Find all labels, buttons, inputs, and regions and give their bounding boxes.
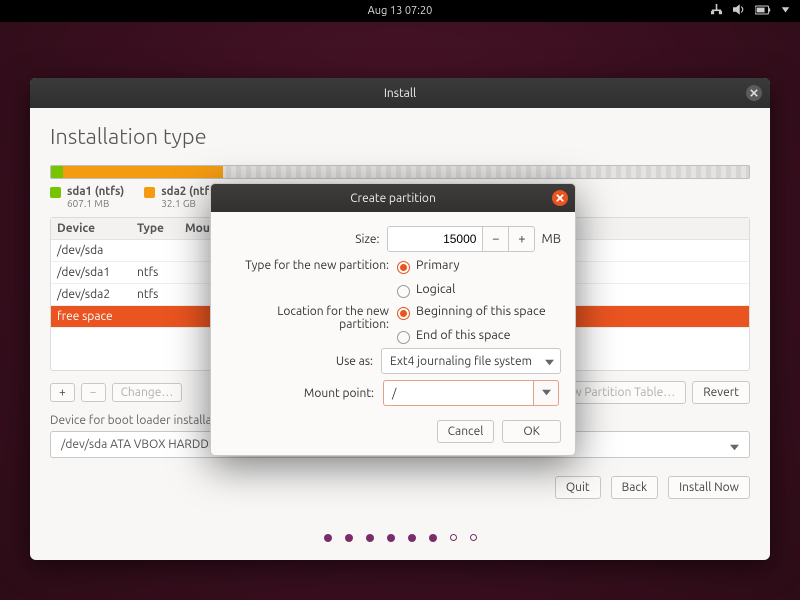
radio-icon	[397, 331, 410, 344]
step-dot	[470, 534, 477, 541]
step-dot	[387, 534, 395, 542]
back-button[interactable]: Back	[611, 476, 658, 499]
location-end-radio[interactable]: End of this space	[397, 328, 510, 342]
system-tray	[710, 4, 790, 18]
change-partition-button[interactable]: Change…	[112, 383, 183, 402]
use-as-combo[interactable]: Ext4 journaling file system	[381, 348, 561, 374]
location-beginning-radio[interactable]: Beginning of this space	[397, 304, 546, 318]
size-label: Size:	[225, 233, 387, 246]
chevron-down-icon	[542, 386, 551, 400]
volume-icon[interactable]	[733, 4, 745, 18]
size-increment-button[interactable]: +	[509, 226, 535, 252]
quit-button[interactable]: Quit	[555, 476, 601, 499]
ok-button[interactable]: OK	[502, 420, 561, 443]
chevron-down-icon	[545, 357, 554, 370]
step-dot	[345, 534, 353, 542]
col-device: Device	[51, 218, 131, 239]
window-titlebar: Install	[30, 78, 770, 108]
step-dot	[429, 534, 437, 542]
legend-swatch	[50, 187, 61, 198]
radio-icon	[397, 285, 410, 298]
radio-checked-icon	[397, 307, 410, 320]
step-dot	[324, 534, 332, 542]
partition-segment-sda2	[63, 166, 223, 178]
close-window-button[interactable]	[746, 85, 762, 101]
radio-checked-icon	[397, 261, 410, 274]
size-unit: MB	[541, 232, 561, 246]
battery-icon[interactable]	[755, 5, 771, 18]
remove-partition-button[interactable]: −	[81, 383, 106, 402]
type-primary-radio[interactable]: Primary	[397, 258, 460, 272]
size-decrement-button[interactable]: −	[483, 226, 509, 252]
step-dot	[408, 534, 416, 542]
partition-segment-sda1	[51, 166, 63, 178]
chevron-down-icon	[730, 442, 739, 455]
panel-clock: Aug 13 07:20	[368, 5, 433, 17]
dialog-title: Create partition	[350, 192, 436, 205]
mount-point-value: /	[392, 387, 396, 400]
size-input[interactable]	[387, 226, 483, 252]
mount-point-dropdown-button[interactable]	[533, 380, 559, 406]
step-indicator	[30, 534, 770, 542]
location-label: Location for the new partition:	[225, 302, 397, 331]
dialog-titlebar: Create partition	[211, 184, 575, 212]
window-title: Install	[384, 87, 416, 100]
mount-label: Mount point:	[226, 387, 382, 400]
revert-button[interactable]: Revert	[692, 381, 750, 404]
legend-item-sda1: sda1 (ntfs) 607.1 MB	[50, 185, 124, 209]
col-type: Type	[131, 218, 179, 239]
cancel-button[interactable]: Cancel	[437, 420, 495, 443]
step-dot	[366, 534, 374, 542]
install-now-button[interactable]: Install Now	[668, 476, 750, 499]
power-icon[interactable]	[781, 5, 790, 17]
footer-buttons: Quit Back Install Now	[50, 476, 750, 499]
partition-bar	[50, 165, 750, 179]
type-label: Type for the new partition:	[225, 256, 397, 272]
legend-item-sda2: sda2 (ntfs) 32.1 GB	[144, 185, 218, 209]
legend-label: sda1 (ntfs)	[67, 185, 124, 198]
mount-point-combo[interactable]: /	[383, 380, 533, 406]
type-logical-radio[interactable]: Logical	[397, 282, 455, 296]
add-partition-button[interactable]: +	[50, 383, 75, 402]
close-dialog-button[interactable]	[552, 190, 568, 206]
step-dot	[450, 534, 457, 541]
use-as-value: Ext4 journaling file system	[390, 355, 532, 368]
page-title: Installation type	[50, 124, 750, 149]
top-panel: Aug 13 07:20	[0, 0, 800, 22]
legend-size: 607.1 MB	[67, 198, 124, 209]
legend-swatch	[144, 187, 155, 198]
network-icon[interactable]	[710, 4, 723, 18]
use-as-label: Use as:	[225, 355, 381, 368]
create-partition-dialog: Create partition Size: − + MB Type for t…	[210, 183, 576, 456]
